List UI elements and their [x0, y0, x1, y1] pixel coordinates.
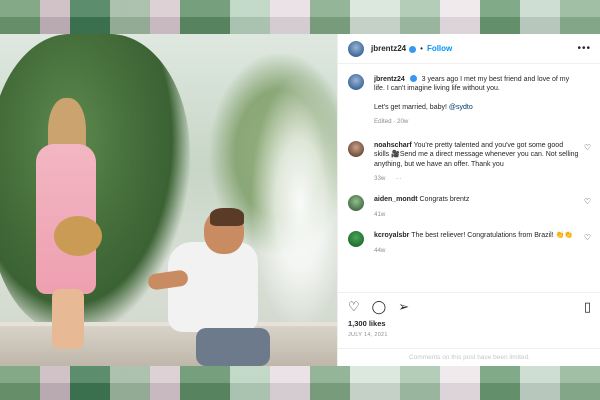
comment-more-icon[interactable]: ···	[395, 175, 401, 182]
comment-time: 41w	[374, 210, 386, 218]
comment-avatar[interactable]	[348, 231, 364, 248]
comment-text: The best reliever! Congratulations from …	[411, 232, 574, 240]
post-date: JULY 14, 2021	[348, 332, 388, 338]
more-options-icon[interactable]: •••	[577, 43, 591, 54]
post-header: jbrentz24 • Follow •••	[338, 34, 600, 64]
post-actions: ♡ ◯ ➢ ▯ 1,300 likes JULY 14, 2021	[338, 292, 600, 348]
comment-time: 33w	[374, 174, 386, 182]
verified-badge-icon	[409, 46, 417, 53]
verified-badge-icon	[409, 75, 417, 82]
instagram-post: jbrentz24 • Follow ••• jbrentz24 3 years…	[0, 34, 600, 366]
comment-time: 44w	[374, 246, 386, 254]
caption-row: jbrentz24 3 years ago I met my best frie…	[348, 74, 591, 127]
share-paper-plane-icon[interactable]: ➢	[398, 299, 409, 315]
photo-man-pants	[196, 328, 270, 366]
caption-text-2: Let's get married, baby!	[374, 103, 449, 111]
action-icons: ♡ ◯ ➢ ▯	[348, 299, 591, 315]
comment-like-heart-icon[interactable]: ♡	[584, 197, 591, 206]
comments-limited-notice: Comments on this post have been limited.	[338, 348, 600, 366]
comment-row: aiden_mondt Congrats brentz 41w ♡	[348, 195, 591, 219]
follow-button[interactable]: Follow	[427, 44, 452, 53]
comment-body: aiden_mondt Congrats brentz 41w	[374, 195, 591, 219]
caption-meta: Edited · 20w	[374, 118, 409, 126]
post-side-panel: jbrentz24 • Follow ••• jbrentz24 3 years…	[337, 34, 600, 366]
comment-like-heart-icon[interactable]: ♡	[584, 143, 591, 152]
comment-meta: 33w ···	[374, 175, 579, 183]
post-photo[interactable]	[0, 34, 337, 366]
comment-bubble-icon[interactable]: ◯	[372, 299, 387, 315]
caption-username[interactable]: jbrentz24	[374, 76, 405, 83]
comment-body: kcroyalsbr The best reliever! Congratula…	[374, 231, 591, 255]
save-bookmark-icon[interactable]: ▯	[584, 299, 591, 315]
author-username[interactable]: jbrentz24	[371, 44, 406, 53]
photo-woman-legs	[52, 289, 84, 349]
photo-fountain	[250, 74, 337, 334]
separator-dot: •	[420, 44, 423, 53]
comment-body: noahscharf You're pretty talented and yo…	[374, 141, 591, 184]
comment-row: kcroyalsbr The best reliever! Congratula…	[348, 231, 591, 255]
caption-mention-link[interactable]: @sydto	[449, 104, 473, 111]
comment-like-heart-icon[interactable]: ♡	[584, 233, 591, 242]
comment-avatar[interactable]	[348, 195, 364, 212]
caption-avatar[interactable]	[348, 74, 364, 90]
comment-row: noahscharf You're pretty talented and yo…	[348, 140, 591, 184]
photo-ground	[0, 326, 337, 366]
photo-man-shirt	[168, 242, 258, 332]
author-avatar[interactable]	[348, 40, 364, 57]
caption-line-two: Let's get married, baby! @sydto	[374, 103, 579, 112]
comment-text: Congrats brentz	[419, 196, 470, 204]
photo-straw-hat	[54, 216, 102, 256]
caption-body: jbrentz24 3 years ago I met my best frie…	[374, 74, 591, 127]
comment-username[interactable]: noahscharf	[374, 142, 412, 149]
likes-count[interactable]: 1,300 likes	[348, 319, 591, 328]
photo-man-hair	[210, 208, 244, 226]
comment-username[interactable]: kcroyalsbr	[374, 232, 409, 239]
like-heart-icon[interactable]: ♡	[348, 299, 360, 315]
comments-list[interactable]: jbrentz24 3 years ago I met my best frie…	[338, 64, 600, 292]
background-mosaic-top	[0, 0, 600, 34]
background-mosaic-bottom	[0, 366, 600, 400]
comment-avatar[interactable]	[348, 140, 364, 157]
comment-username[interactable]: aiden_mondt	[374, 196, 418, 203]
